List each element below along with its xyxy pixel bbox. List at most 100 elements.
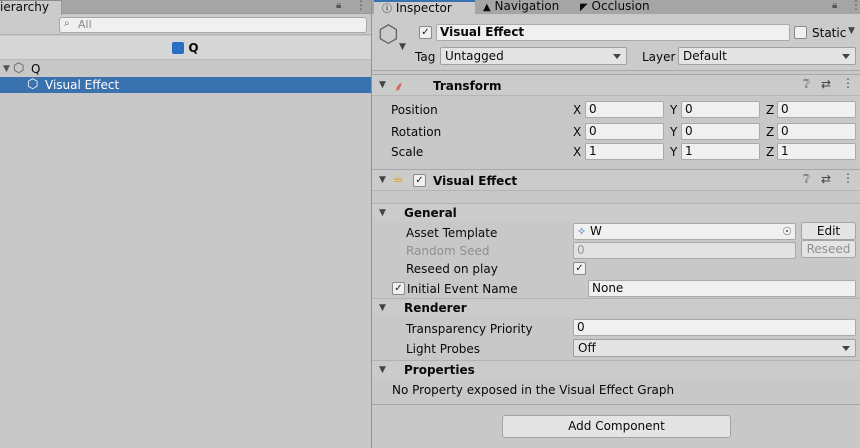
tab-occlusion[interactable]: ◤ Occlusion [572,0,682,14]
menu-icon[interactable]: ⋮ [842,171,854,185]
initial-event-value: None [592,281,624,295]
lock-icon[interactable]: 🔒︎ [832,0,837,11]
renderer-label: Renderer [404,301,467,315]
layer-label: Layer [642,50,676,64]
renderer-section-header[interactable]: ▼ Renderer [372,298,860,317]
chevron-down-icon[interactable]: ▼ [848,26,855,36]
gameobject-icon: ⬡ [27,77,39,92]
menu-icon[interactable]: ⋮ [850,0,860,12]
lock-icon[interactable]: 🔒︎ [336,0,341,11]
chevron-down-icon[interactable]: ▼ [379,175,386,185]
axis-z-label[interactable]: Z [766,124,774,140]
chevron-down-icon[interactable]: ▼ [399,42,406,52]
help-icon[interactable]: ❔︎ [803,77,810,92]
tag-dropdown[interactable]: Untagged [440,47,627,65]
transparency-priority-input[interactable]: 0 [573,319,856,336]
search-input[interactable]: All [78,18,92,32]
tree-item-label: Visual Effect [45,78,120,92]
axis-y-label[interactable]: Y [670,124,677,140]
menu-icon[interactable]: ⋮ [842,76,854,90]
chevron-down-icon[interactable]: ▼ [379,303,386,313]
list-item-selected[interactable]: ⬡ Visual Effect [0,77,371,93]
list-item[interactable]: ▼ ⬡ Q [0,61,371,77]
visual-effect-enabled-checkbox[interactable]: ✓ [413,174,426,187]
tree-item-label: Q [31,62,41,76]
scale-z-input[interactable]: 1 [777,143,856,160]
rotation-y-input[interactable]: 0 [681,123,760,140]
tab-inspector[interactable]: ⓘ Inspector [374,0,475,15]
tab-inspector-label: Inspector [395,1,452,15]
chevron-down-icon[interactable]: ▼ [379,365,386,375]
object-picker-icon[interactable]: ☉ [782,224,792,239]
asset-template-value: W [590,224,602,238]
help-icon[interactable]: ❔︎ [803,172,810,187]
general-section-header[interactable]: ▼ General [372,203,860,222]
reseed-button-label: Reseed [806,242,851,256]
rotation-x-value: 0 [589,124,597,138]
properties-section-header[interactable]: ▼ Properties [372,360,860,379]
chevron-down-icon[interactable]: ▼ [379,80,386,90]
reseed-on-play-checkbox[interactable]: ✓ [573,262,586,275]
chevron-down-icon[interactable]: ▼ [3,61,10,77]
random-seed-label: Random Seed [406,244,490,258]
divider [372,404,860,405]
visual-effect-header[interactable]: ▼ ☕︎ ✓ Visual Effect ❔︎ ⇄ ⋮ [372,169,860,191]
edit-button[interactable]: Edit [801,222,856,240]
scale-z-value: 1 [781,144,789,158]
cube-icon [172,42,185,54]
scene-name: Q [188,41,199,55]
rotation-z-input[interactable]: 0 [777,123,856,140]
search-icon: ⌕ [64,18,70,29]
axis-z-label[interactable]: Z [766,144,774,160]
object-name-input[interactable]: Visual Effect [436,24,790,41]
layer-value: Default [683,49,727,63]
chevron-down-icon [842,346,850,351]
position-z-input[interactable]: 0 [777,101,856,118]
scale-y-value: 1 [685,144,693,158]
rotation-label: Rotation [391,125,442,139]
no-property-text: No Property exposed in the Visual Effect… [392,383,675,397]
initial-event-input[interactable]: None [588,280,856,297]
transparency-priority-label: Transparency Priority [406,322,533,336]
add-component-button[interactable]: Add Component [502,415,731,438]
axis-x-label[interactable]: X [573,102,581,118]
axis-x-label[interactable]: X [573,144,581,160]
light-probes-dropdown[interactable]: Off [573,339,856,357]
scale-x-value: 1 [589,144,597,158]
search-field[interactable]: ⌕ All [59,17,367,33]
menu-icon[interactable]: ⋮ [355,0,367,12]
axis-y-label[interactable]: Y [670,144,677,160]
active-checkbox[interactable]: ✓ [419,26,432,39]
static-checkbox[interactable] [794,26,807,39]
edit-button-label: Edit [816,224,841,238]
tag-label: Tag [415,50,436,64]
rotation-x-input[interactable]: 0 [585,123,664,140]
rotation-y-value: 0 [685,124,693,138]
position-y-input[interactable]: 0 [681,101,760,118]
tag-value: Untagged [445,49,504,63]
transform-icon: ⸙ [394,80,404,95]
tab-navigation-label: Navigation [494,0,560,13]
preset-icon[interactable]: ⇄ [821,172,831,186]
scale-y-input[interactable]: 1 [681,143,760,160]
object-name-value: Visual Effect [440,25,525,39]
transform-title: Transform [433,79,502,93]
axis-z-label[interactable]: Z [766,102,774,118]
transform-header[interactable]: ▼ ⸙ Transform ❔︎ ⇄ ⋮ [372,74,860,96]
gameobject-icon: ⬡ [13,61,25,76]
tab-navigation[interactable]: ▲ Navigation [475,0,571,14]
axis-x-label[interactable]: X [573,124,581,140]
scale-x-input[interactable]: 1 [585,143,664,160]
asset-template-field[interactable]: ✧ W ☉ [573,223,796,240]
add-component-label: Add Component [568,419,665,433]
axis-y-label[interactable]: Y [670,102,677,118]
scene-header: Q [0,36,371,60]
tab-hierarchy[interactable]: ierarchy [0,0,62,15]
preset-icon[interactable]: ⇄ [821,77,831,91]
chevron-down-icon[interactable]: ▼ [379,208,386,218]
position-x-input[interactable]: 0 [585,101,664,118]
layer-dropdown[interactable]: Default [678,47,856,65]
initial-event-checkbox[interactable]: ✓ [392,282,405,295]
asset-template-label: Asset Template [406,226,498,240]
visual-effect-title: Visual Effect [433,174,518,188]
